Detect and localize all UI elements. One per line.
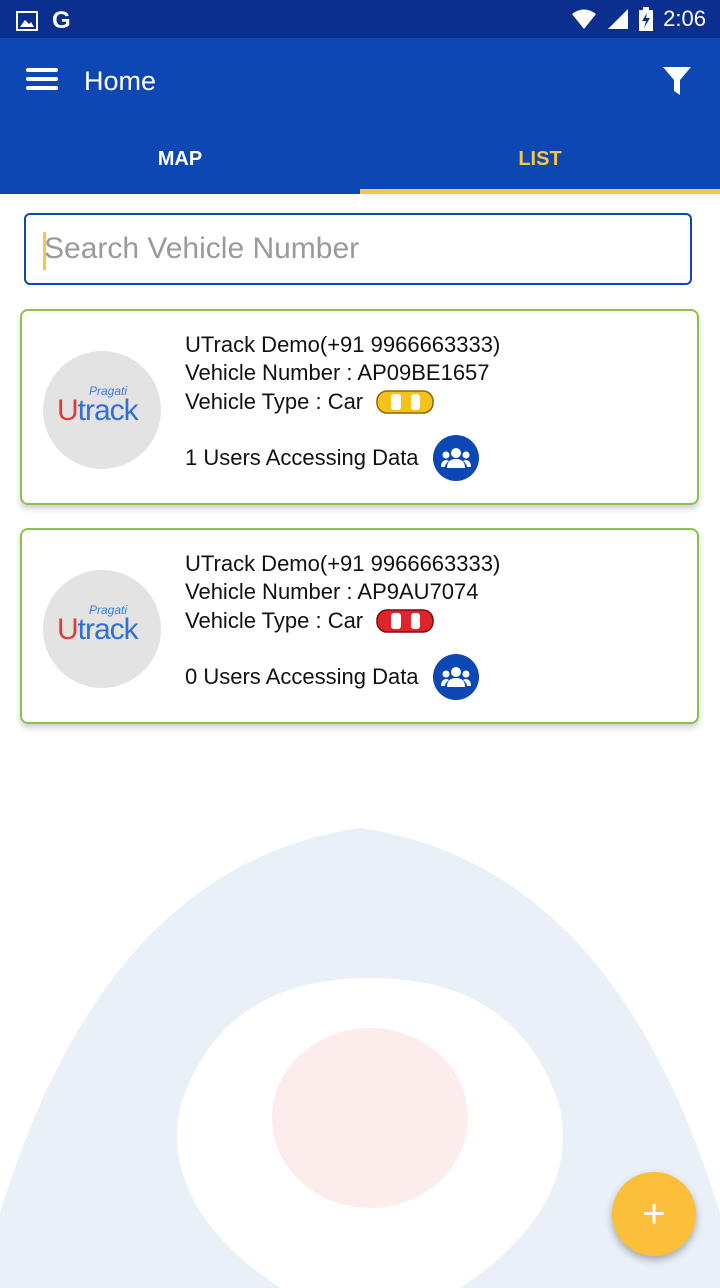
battery-icon	[639, 7, 654, 31]
tab-map[interactable]: MAP	[0, 134, 360, 194]
tab-bar: MAP LIST	[0, 134, 720, 194]
vehicle-owner: UTrack Demo(+91 9966663333)	[185, 551, 501, 576]
vehicle-owner: UTrack Demo(+91 9966663333)	[185, 332, 501, 357]
signal-icon	[608, 9, 629, 29]
search-input[interactable]	[42, 215, 686, 283]
vehicle-card[interactable]: Pragati Utrack UTrack Demo(+91 996666333…	[20, 309, 699, 505]
vehicle-number: Vehicle Number : AP09BE1657	[185, 360, 490, 385]
users-accessing-text: 0 Users Accessing Data	[185, 664, 419, 689]
vehicle-number: Vehicle Number : AP9AU7074	[185, 579, 479, 604]
gallery-icon	[16, 11, 38, 31]
logo-main-text: Utrack	[57, 613, 139, 646]
plus-icon: +	[642, 1192, 666, 1236]
users-group-icon[interactable]	[432, 435, 479, 481]
status-time: 2:06	[663, 6, 706, 31]
logo-main-text: Utrack	[57, 394, 139, 427]
car-icon	[376, 390, 434, 414]
utrack-logo: Pragati Utrack	[43, 570, 161, 688]
users-accessing-text: 1 Users Accessing Data	[185, 445, 419, 470]
vehicle-type: Vehicle Type : Car	[185, 389, 364, 414]
vehicle-type: Vehicle Type : Car	[185, 608, 364, 633]
app-bar: Home MAP LIST	[0, 38, 720, 194]
status-bar: G 2:06	[0, 0, 720, 38]
page-title: Home	[84, 66, 157, 96]
search-box	[24, 213, 692, 285]
wifi-icon	[572, 9, 597, 29]
google-icon: G	[52, 7, 71, 34]
vehicle-card[interactable]: Pragati Utrack UTrack Demo(+91 996666333…	[20, 528, 699, 724]
text-caret	[43, 232, 46, 270]
filter-icon[interactable]	[662, 65, 692, 97]
add-vehicle-button[interactable]: +	[612, 1172, 696, 1256]
users-group-icon[interactable]	[432, 654, 479, 700]
utrack-logo: Pragati Utrack	[43, 351, 161, 469]
menu-icon[interactable]	[26, 68, 58, 94]
car-icon	[376, 609, 434, 633]
tab-list[interactable]: LIST	[360, 134, 720, 194]
